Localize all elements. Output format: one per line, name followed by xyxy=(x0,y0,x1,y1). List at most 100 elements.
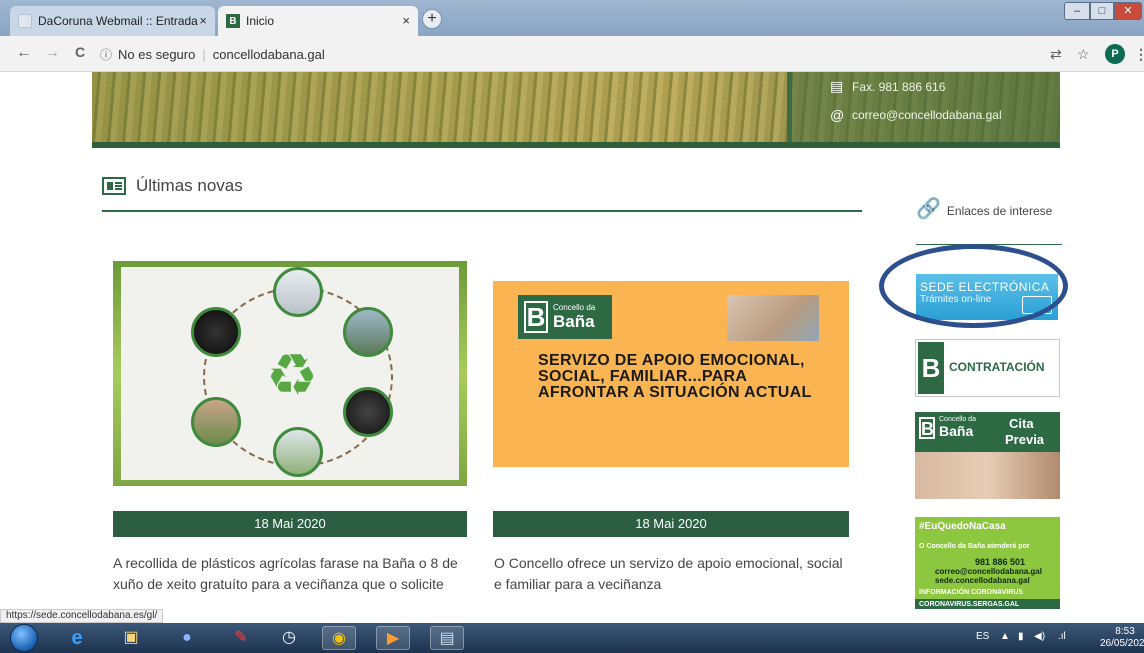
tab-label: Inicio xyxy=(246,14,275,28)
clock-app-icon[interactable]: ◷ xyxy=(272,626,306,650)
photo-bubble xyxy=(273,427,323,477)
logo-small-text: Concello da xyxy=(939,416,976,423)
at-icon: @ xyxy=(830,107,845,123)
maximize-button[interactable]: □ xyxy=(1090,2,1114,20)
contratacion-banner[interactable]: B CONTRATACIÓN xyxy=(915,339,1060,397)
clock-date: 26/05/2020 xyxy=(1100,638,1144,649)
news-divider xyxy=(102,210,862,212)
news-heading: Últimas novas xyxy=(102,176,243,196)
translate-icon[interactable]: ⇄ xyxy=(1050,46,1062,63)
volume-icon[interactable]: ◀) xyxy=(1034,631,1045,642)
hero-bottom-bar xyxy=(92,142,1060,148)
system-clock[interactable]: 8:53 26/05/2020 xyxy=(1100,626,1144,650)
covid-band: CORONAVIRUS.SERGAS.GAL xyxy=(915,599,1060,609)
contratacion-text: CONTRATACIÓN xyxy=(949,360,1045,374)
url-text: concellodabana.gal xyxy=(212,46,325,62)
logo-text: Concello da Baña xyxy=(553,303,595,332)
covid-line: O Concello da Baña atenderá por xyxy=(919,543,1030,550)
concello-logo: B Concello da Baña xyxy=(518,295,612,339)
covid-url: CORONAVIRUS.SERGAS.GAL xyxy=(919,601,1020,608)
email-row[interactable]: @ correo@concellodabana.gal xyxy=(830,107,1002,123)
email-text[interactable]: correo@concellodabana.gal xyxy=(852,108,1002,122)
menu-icon[interactable]: ⋮ xyxy=(1134,46,1144,63)
app-icon[interactable]: ● xyxy=(170,626,204,650)
photo-bubble xyxy=(273,267,323,317)
newspaper-icon xyxy=(102,177,126,195)
covid-email: correo@concellodabana.gal xyxy=(935,567,1042,576)
highlight-oval xyxy=(879,244,1068,328)
back-icon[interactable]: ← xyxy=(14,44,34,62)
plastics-illustration: ♻ xyxy=(121,267,459,480)
news-image-apoio[interactable]: B Concello da Baña SERVIZO DE APOIO EMOC… xyxy=(493,281,849,467)
hero-banner: ▤ Fax. 981 886 616 @ correo@concellodaba… xyxy=(92,72,1060,148)
covid-web: sede.concellodabana.gal xyxy=(935,576,1030,585)
security-label: No es seguro xyxy=(118,46,196,62)
minimize-button[interactable]: – xyxy=(1064,2,1090,20)
logo-big-text: Baña xyxy=(939,423,974,439)
apoio-headline: SERVIZO DE APOIO EMOCIONAL, SOCIAL, FAMI… xyxy=(538,352,812,401)
star-icon[interactable]: ☆ xyxy=(1077,46,1090,63)
covid-hashtag: #EuQuedoNaCasa xyxy=(919,521,1006,532)
ie-icon[interactable]: e xyxy=(60,626,94,650)
address-bar[interactable]: ⓘ No es seguro | concellodabana.gal xyxy=(100,42,1060,66)
covid-banner[interactable]: #EuQuedoNaCasa O Concello da Baña atende… xyxy=(915,517,1060,609)
chrome-icon[interactable]: ◉ xyxy=(322,626,356,650)
pin-icon[interactable]: ✎ xyxy=(224,626,258,650)
logo-small-text: Concello da xyxy=(553,302,596,312)
photo-bubble xyxy=(343,387,393,437)
news-image-plastics[interactable]: ♻ xyxy=(113,261,467,486)
covid-phone: 981 886 501 xyxy=(975,557,1026,567)
news-title: Últimas novas xyxy=(136,176,243,195)
news-caption-link[interactable]: A recollida de plásticos agrícolas faras… xyxy=(113,553,473,595)
cita-previa-banner[interactable]: B Concello da Baña Cita Previa xyxy=(915,412,1060,499)
media-icon[interactable]: ▶ xyxy=(376,626,410,650)
language-indicator[interactable]: ES xyxy=(976,631,989,642)
forward-icon[interactable]: → xyxy=(42,44,62,62)
fax-text: Fax. 981 886 616 xyxy=(852,79,946,94)
tab-webmail[interactable]: DaCoruna Webmail :: Entrada × xyxy=(10,6,215,36)
logo-b-icon: B xyxy=(918,342,944,394)
clock-time: 8:53 xyxy=(1115,626,1135,637)
battery-icon[interactable]: ▮ xyxy=(1018,631,1024,642)
hands-photo xyxy=(727,295,819,341)
show-hidden-icon[interactable]: ▲ xyxy=(1000,631,1010,642)
reload-icon[interactable]: C xyxy=(70,44,90,60)
photo-bubble xyxy=(191,397,241,447)
browser-toolbar: ← → C ⓘ No es seguro | concellodabana.ga… xyxy=(0,36,1144,72)
document-icon[interactable]: ▤ xyxy=(430,626,464,650)
covid-info: INFORMACIÓN CORONAVIRUS xyxy=(919,589,1024,596)
concello-favicon-icon: B xyxy=(226,14,240,28)
browser-tabstrip: DaCoruna Webmail :: Entrada × B Inicio ×… xyxy=(0,0,1144,36)
news-date: 18 Mai 2020 xyxy=(113,511,467,537)
links-title: Enlaces de interese xyxy=(946,204,1053,218)
concello-logo: B Concello da Baña xyxy=(919,416,976,439)
logo-big-text: Baña xyxy=(553,311,595,331)
news-caption-link[interactable]: O Concello ofrece un servizo de apoio em… xyxy=(494,553,854,595)
explorer-icon[interactable]: ▣ xyxy=(114,626,148,650)
recycle-icon: ♻ xyxy=(266,343,318,408)
webmail-favicon-icon xyxy=(18,14,32,28)
photo-bubble xyxy=(191,307,241,357)
phone-operator-photo xyxy=(915,452,1060,499)
photo-bubble xyxy=(343,307,393,357)
printer-icon: ▤ xyxy=(830,78,844,94)
status-url-bubble: https://sede.concellodabana.es/gl/ xyxy=(0,609,164,623)
cita-word: Cita xyxy=(1009,416,1034,431)
logo-text: Concello da Baña xyxy=(939,416,976,439)
link-chain-icon: 🔗 xyxy=(916,198,941,220)
tab-inicio[interactable]: B Inicio × xyxy=(218,6,418,36)
news-date: 18 Mai 2020 xyxy=(493,511,849,537)
window-close-button[interactable]: ✕ xyxy=(1114,2,1142,20)
fax-row: ▤ Fax. 981 886 616 xyxy=(830,78,945,95)
profile-avatar[interactable]: P xyxy=(1105,44,1125,64)
address-separator: | xyxy=(202,46,206,62)
network-icon[interactable]: .ıl xyxy=(1058,631,1066,642)
logo-b-icon: B xyxy=(919,416,935,439)
info-icon[interactable]: ⓘ xyxy=(100,46,112,63)
close-icon[interactable]: × xyxy=(199,13,207,28)
close-icon[interactable]: × xyxy=(402,13,410,28)
start-button[interactable] xyxy=(10,624,38,652)
page-content: ▤ Fax. 981 886 616 @ correo@concellodaba… xyxy=(0,72,1144,609)
links-heading: 🔗 Enlaces de interese xyxy=(916,196,1066,221)
new-tab-button[interactable]: + xyxy=(422,9,442,29)
